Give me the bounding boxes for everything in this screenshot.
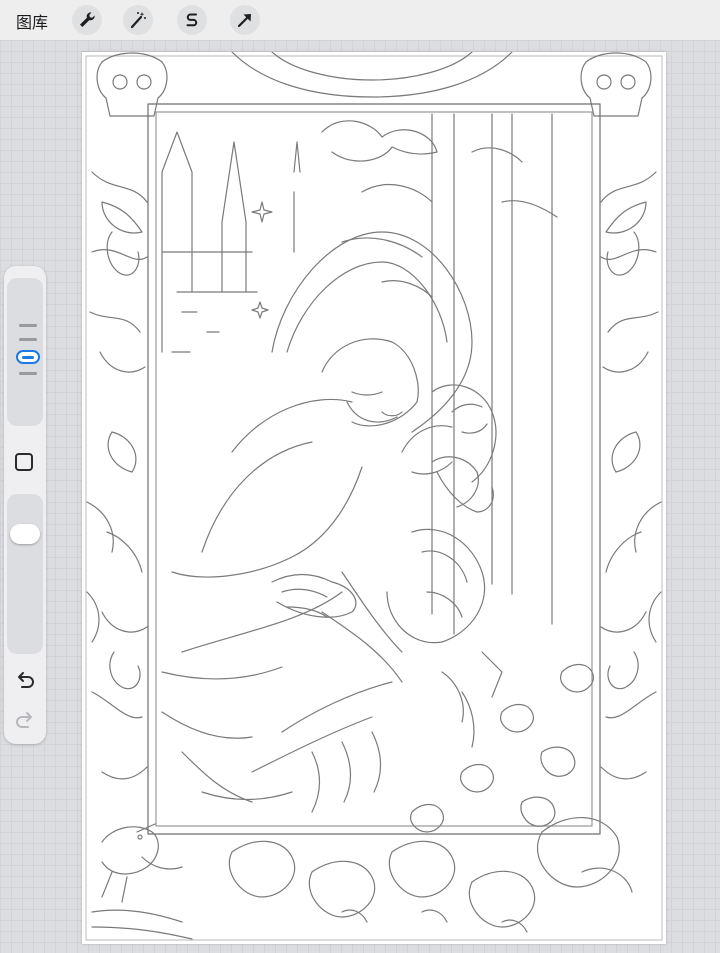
adjustments-button[interactable] xyxy=(123,5,153,35)
drawing-canvas[interactable] xyxy=(82,51,666,944)
selection-button[interactable] xyxy=(177,5,207,35)
wrench-icon xyxy=(80,12,95,27)
selection-s-icon xyxy=(186,13,198,27)
square-icon[interactable] xyxy=(15,453,33,471)
wrench-button[interactable] xyxy=(72,5,102,35)
arrow-cursor-icon xyxy=(237,14,251,28)
brush-size-slider[interactable] xyxy=(7,278,43,426)
magic-wand-icon xyxy=(130,12,146,29)
left-sidebar xyxy=(4,266,46,744)
opacity-thumb[interactable] xyxy=(10,524,40,544)
gallery-button[interactable]: 图库 xyxy=(16,9,48,33)
undo-icon[interactable] xyxy=(14,671,36,693)
transform-button[interactable] xyxy=(230,5,260,35)
line-art-illustration xyxy=(85,51,663,941)
opacity-slider[interactable] xyxy=(7,494,43,654)
top-toolbar: 图库 xyxy=(0,0,720,41)
brush-size-thumb[interactable] xyxy=(16,350,40,364)
redo-icon[interactable] xyxy=(14,711,36,733)
